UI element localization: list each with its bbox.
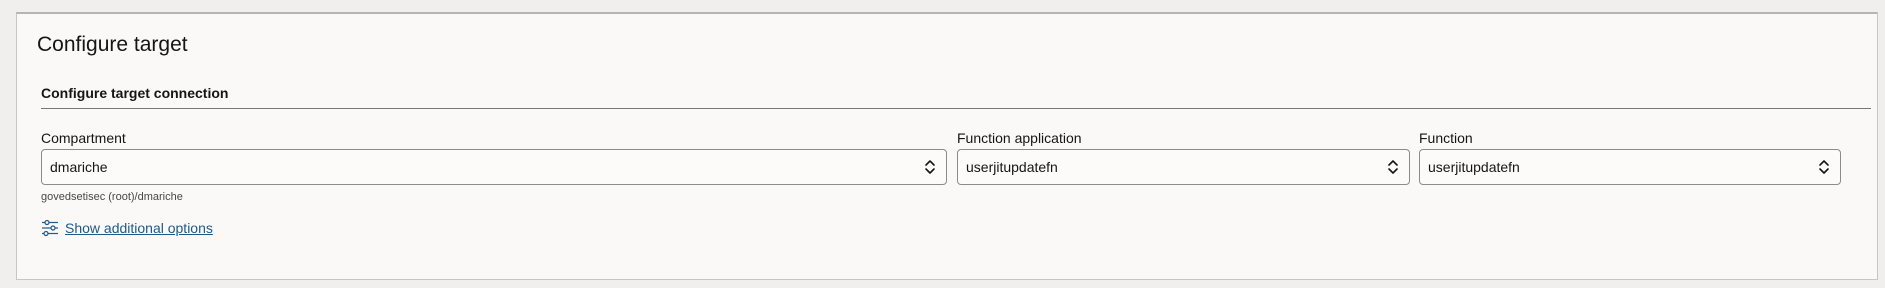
compartment-helper-text: govedsetisec (root)/dmariche — [41, 191, 183, 203]
configure-target-panel: Configure target Configure target connec… — [16, 12, 1878, 280]
function-value: userjitupdatefn — [1428, 159, 1520, 175]
panel-title: Configure target — [37, 33, 188, 56]
chevron-updown-icon — [1388, 160, 1398, 174]
section-divider — [41, 108, 1871, 109]
show-additional-options-label: Show additional options — [65, 220, 213, 236]
function-application-label: Function application — [957, 130, 1082, 146]
chevron-updown-icon — [1819, 160, 1829, 174]
show-additional-options-link[interactable]: Show additional options — [41, 219, 213, 237]
chevron-updown-icon — [925, 160, 935, 174]
function-application-value: userjitupdatefn — [966, 159, 1058, 175]
sliders-icon — [42, 219, 58, 237]
function-label: Function — [1419, 130, 1473, 146]
section-title: Configure target connection — [41, 85, 229, 101]
function-select[interactable]: userjitupdatefn — [1419, 149, 1841, 185]
function-application-select[interactable]: userjitupdatefn — [957, 149, 1410, 185]
compartment-select[interactable]: dmariche — [41, 149, 947, 185]
compartment-value: dmariche — [50, 159, 108, 175]
compartment-label: Compartment — [41, 130, 126, 146]
